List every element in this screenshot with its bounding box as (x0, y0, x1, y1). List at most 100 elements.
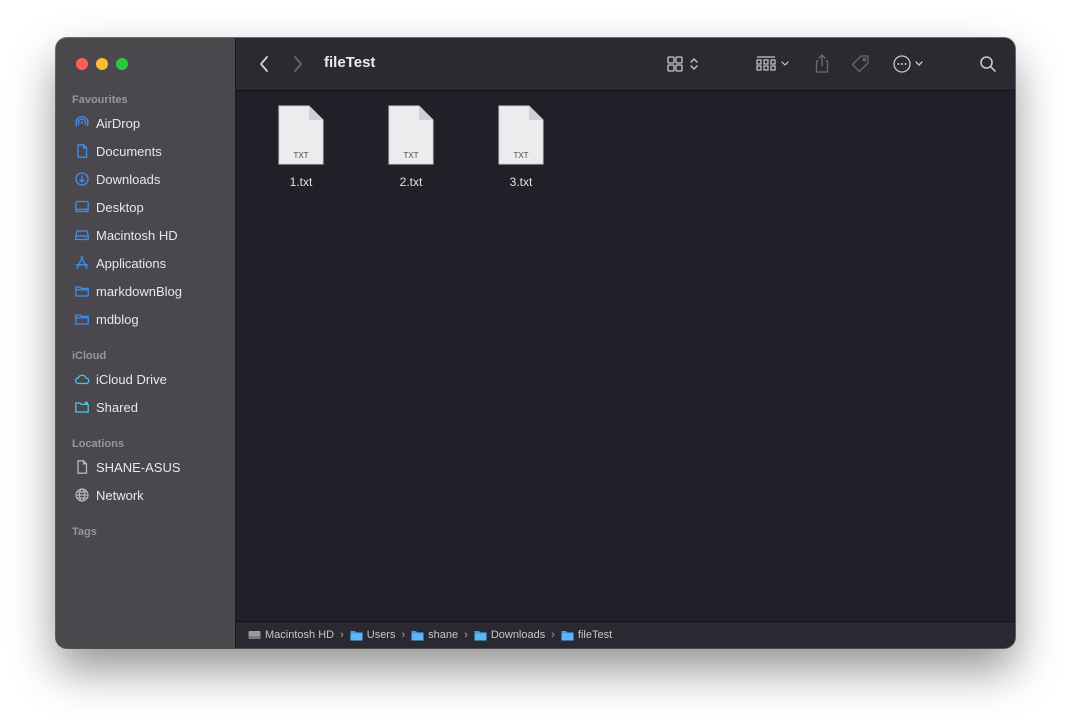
download-icon (74, 171, 90, 187)
folder-icon (350, 630, 363, 641)
sidebar-item-network[interactable]: Network (64, 483, 227, 507)
sidebar-item-macintosh-hd[interactable]: Macintosh HD (64, 223, 227, 247)
sidebar-item-applications[interactable]: Applications (64, 251, 227, 275)
sidebar-item-label: Downloads (96, 171, 161, 187)
sidebar-item-label: iCloud Drive (96, 371, 167, 387)
finder-window: Favourites AirDrop Documents Downloads D… (56, 38, 1015, 648)
applications-icon (74, 255, 90, 271)
file-name: 1.txt (289, 175, 313, 189)
sidebar-item-label: Shared (96, 399, 138, 415)
main-area: fileTest TXT 1.txt TXT 2.txt TXT 3.txt M… (236, 38, 1015, 648)
sidebar-section-icloud: iCloud (72, 350, 107, 362)
up-down-chevron-icon (690, 58, 698, 70)
file-name: 2.txt (399, 175, 423, 189)
folder-icon (74, 283, 90, 299)
file-item[interactable]: TXT 3.txt (476, 105, 566, 195)
sidebar-item-label: Network (96, 487, 144, 503)
sidebar-item-shared[interactable]: Shared (64, 395, 227, 419)
globe-icon (74, 487, 90, 503)
sidebar: Favourites AirDrop Documents Downloads D… (56, 38, 236, 648)
path-crumb-label: shane (428, 629, 459, 641)
chevron-down-icon (781, 61, 789, 66)
file-kind-label: TXT (403, 151, 419, 160)
sidebar-section-favourites: Favourites (72, 94, 128, 106)
desktop-icon (74, 199, 90, 215)
back-button[interactable] (254, 52, 274, 76)
file-item[interactable]: TXT 1.txt (256, 105, 346, 195)
sidebar-item-desktop[interactable]: Desktop (64, 195, 227, 219)
folder-icon (411, 630, 424, 641)
action-menu-button[interactable] (890, 52, 930, 76)
path-crumb-label: Macintosh HD (265, 629, 335, 641)
path-bar: Macintosh HD › Users › shane › Downloads… (236, 621, 1015, 648)
chevron-left-icon (260, 56, 268, 72)
shared-folder-icon (74, 399, 90, 415)
file-kind-label: TXT (293, 151, 309, 160)
icon-grid-icon (667, 56, 683, 72)
minimize-window-button[interactable] (96, 58, 108, 70)
sidebar-item-label: SHANE-ASUS (96, 459, 181, 475)
text-file-icon: TXT (278, 105, 324, 165)
folder-icon (74, 311, 90, 327)
folder-icon (474, 630, 487, 641)
more-icon (893, 55, 911, 73)
path-crumb-shane[interactable]: shane (411, 629, 458, 641)
folder-icon (561, 630, 574, 641)
forward-button[interactable] (288, 52, 308, 76)
sidebar-item-label: Applications (96, 255, 167, 271)
file-browser-content: TXT 1.txt TXT 2.txt TXT 3.txt (236, 91, 1015, 621)
share-icon (815, 54, 829, 73)
chevron-down-icon (915, 61, 923, 66)
sidebar-item-label: Desktop (96, 199, 144, 215)
text-file-icon: TXT (498, 105, 544, 165)
sidebar-item-mdblog[interactable]: mdblog (64, 307, 227, 331)
tag-icon (851, 55, 869, 73)
path-crumb-macintosh-hd[interactable]: Macintosh HD (248, 629, 334, 641)
share-button[interactable] (810, 52, 834, 76)
file-item[interactable]: TXT 2.txt (366, 105, 456, 195)
path-crumb-label: fileTest (577, 629, 613, 641)
path-crumb-label: Users (366, 629, 396, 641)
cloud-icon (74, 371, 90, 387)
close-window-button[interactable] (76, 58, 88, 70)
path-crumb-filetest[interactable]: fileTest (561, 629, 612, 641)
path-separator: › (401, 629, 406, 641)
tag-button[interactable] (848, 52, 872, 76)
sidebar-item-label: Macintosh HD (96, 227, 178, 243)
drive-icon (248, 629, 261, 641)
sidebar-item-label: AirDrop (96, 115, 141, 131)
sidebar-item-markdownblog[interactable]: markdownBlog (64, 279, 227, 303)
search-icon (980, 56, 996, 72)
sidebar-item-documents[interactable]: Documents (64, 139, 227, 163)
file-kind-label: TXT (513, 151, 529, 160)
sidebar-section-locations: Locations (72, 438, 124, 450)
group-button[interactable] (754, 52, 794, 76)
chevron-right-icon (294, 56, 302, 72)
search-button[interactable] (976, 52, 1000, 76)
group-grid-icon (756, 56, 776, 71)
zoom-window-button[interactable] (116, 58, 128, 70)
sidebar-item-label: Documents (96, 143, 162, 159)
path-crumb-downloads[interactable]: Downloads (474, 629, 545, 641)
file-name: 3.txt (509, 175, 533, 189)
path-separator: › (464, 629, 468, 641)
sidebar-item-label: markdownBlog (96, 283, 182, 299)
sidebar-item-downloads[interactable]: Downloads (64, 167, 227, 191)
toolbar: fileTest (236, 38, 1015, 91)
path-crumb-users[interactable]: Users (350, 629, 396, 641)
sidebar-item-label: mdblog (96, 311, 139, 327)
window-title: fileTest (324, 54, 376, 71)
document-icon (74, 459, 90, 475)
view-mode-button[interactable] (664, 52, 706, 76)
sidebar-item-shane-asus[interactable]: SHANE-ASUS (64, 455, 227, 479)
sidebar-item-icloud-drive[interactable]: iCloud Drive (64, 367, 227, 391)
path-separator: › (340, 629, 344, 641)
path-separator: › (551, 629, 555, 641)
path-crumb-label: Downloads (490, 629, 546, 641)
airdrop-icon (74, 115, 90, 131)
sidebar-item-airdrop[interactable]: AirDrop (64, 111, 227, 135)
text-file-icon: TXT (388, 105, 434, 165)
drive-icon (74, 227, 90, 243)
document-icon (74, 143, 90, 159)
sidebar-section-tags: Tags (72, 526, 97, 538)
